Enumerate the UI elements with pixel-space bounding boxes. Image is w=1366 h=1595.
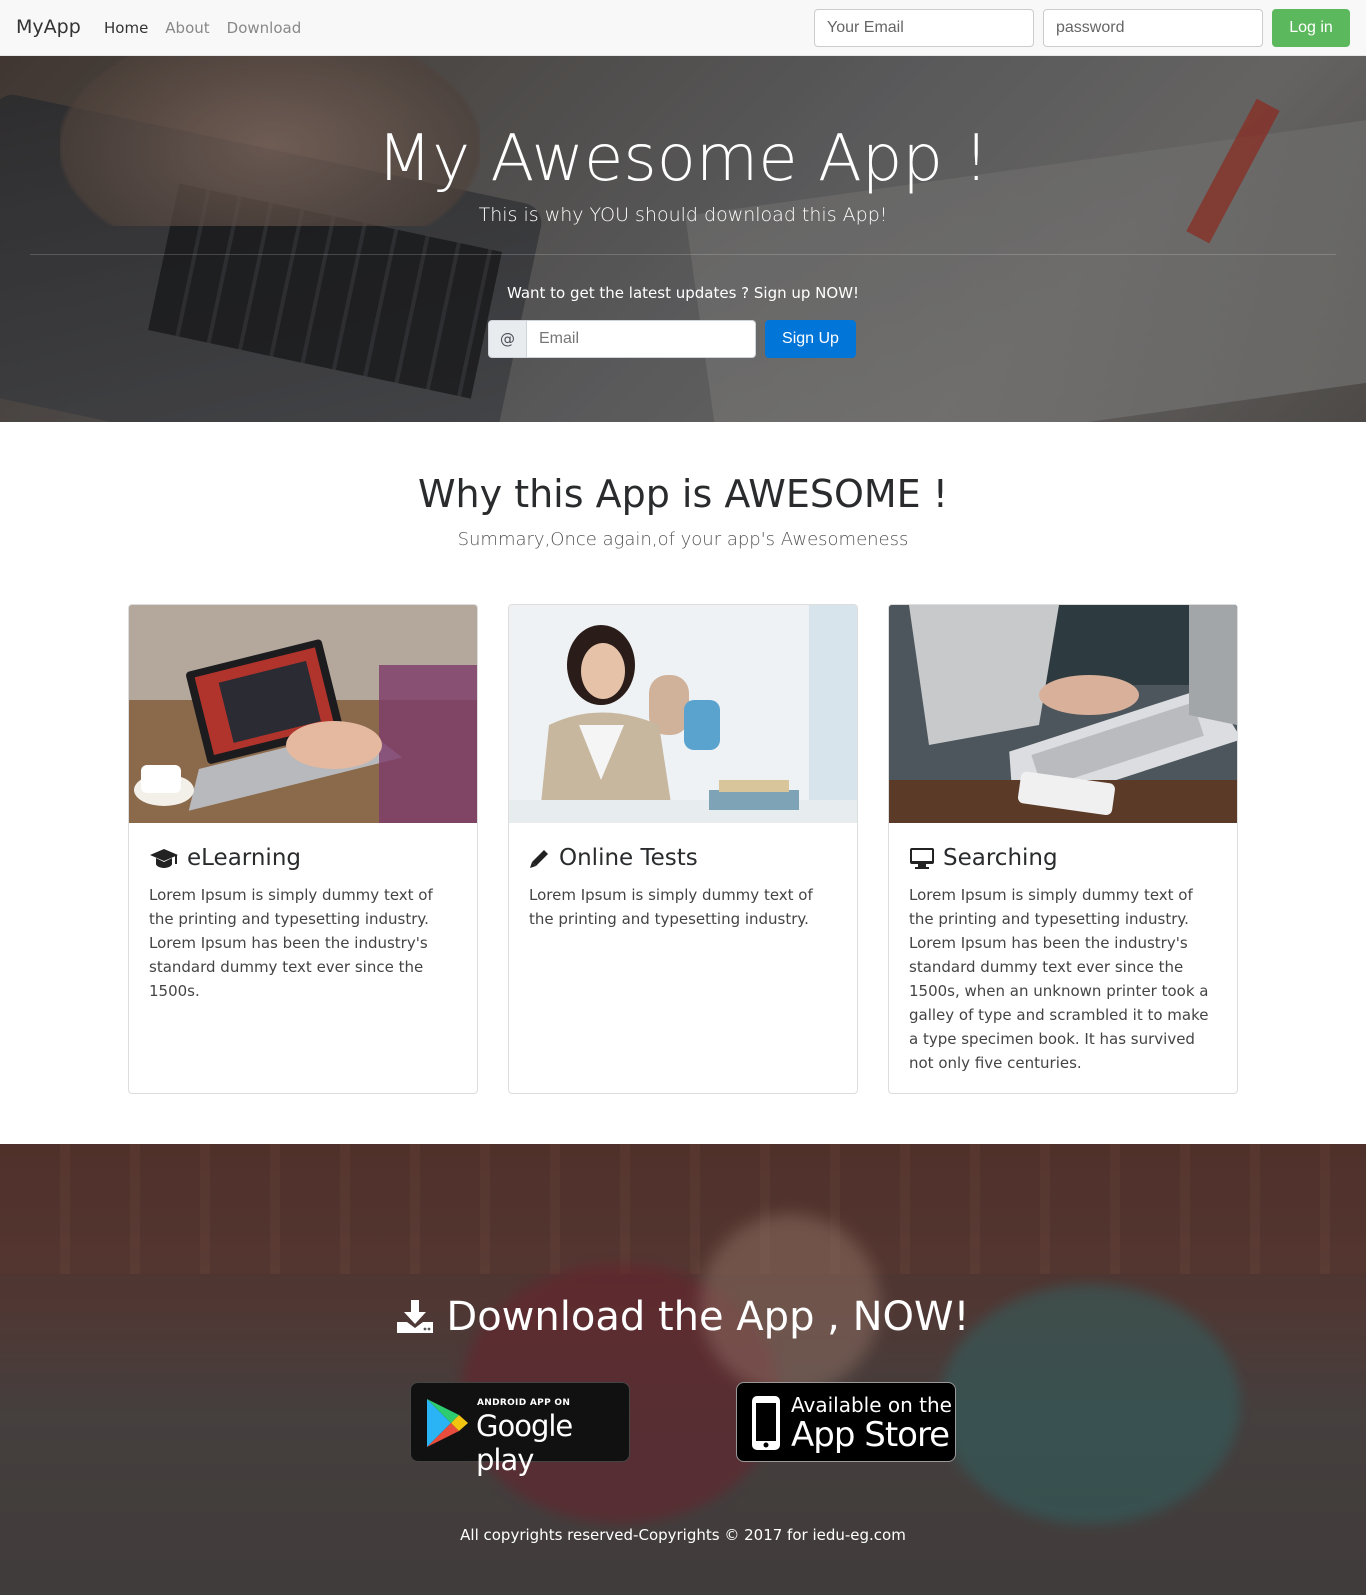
hero-title: My Awesome App ! — [377, 122, 989, 196]
google-play-icon — [427, 1399, 468, 1447]
signup-form: @ Sign Up — [488, 320, 856, 358]
desktop-icon — [910, 848, 934, 869]
app-store-big-text: App Store — [791, 1415, 950, 1455]
google-play-big-text: Google play — [476, 1409, 573, 1477]
card-text-online-tests: Lorem Ipsum is simply dummy text of the … — [529, 886, 813, 928]
card-title-row: Searching — [909, 845, 1058, 871]
download-icon — [397, 1300, 434, 1333]
card-title-row: eLearning — [149, 845, 301, 871]
card-title-searching: Searching — [943, 845, 1058, 871]
nav-links: Home About Download — [104, 19, 318, 37]
card-image-typing — [889, 605, 1237, 823]
signup-prompt: Want to get the latest updates ? Sign up… — [506, 284, 860, 302]
signup-button[interactable]: Sign Up — [765, 320, 856, 358]
login-password-input[interactable] — [1043, 9, 1263, 47]
signup-email-input[interactable] — [527, 320, 756, 358]
hero-subtitle: This is why YOU should download this App… — [478, 204, 888, 226]
card-title-online-tests: Online Tests — [559, 845, 698, 871]
pencil-icon — [530, 850, 548, 868]
login-button[interactable]: Log in — [1272, 9, 1350, 47]
typing-photo — [889, 605, 1237, 823]
graduation-cap-icon — [150, 849, 178, 868]
card-text-searching: Lorem Ipsum is simply dummy text of the … — [909, 886, 1209, 1072]
hero-section: My Awesome App ! This is why YOU should … — [0, 56, 1366, 422]
google-play-badge[interactable]: ANDROID APP ON Google play — [410, 1382, 630, 1477]
student-photo — [509, 605, 857, 823]
brand-logo[interactable]: MyApp — [16, 16, 81, 38]
at-sign-addon: @ — [488, 320, 527, 358]
feature-card-online-tests: Online Tests Lorem Ipsum is simply dummy… — [508, 604, 858, 1094]
app-store-small-text: Available on the — [791, 1393, 952, 1417]
card-image-student — [509, 605, 857, 823]
footer-copyright: All copyrights reserved-Copyrights © 201… — [460, 1526, 906, 1544]
card-title-row: Online Tests — [529, 845, 698, 871]
download-title: Download the App , NOW! — [446, 1294, 970, 1340]
login-email-input[interactable] — [814, 9, 1034, 47]
laptop-photo — [129, 605, 477, 823]
iphone-icon — [752, 1396, 780, 1450]
nav-link-home[interactable]: Home — [104, 19, 148, 37]
hero-divider — [30, 254, 1336, 255]
features-title: Why this App is AWESOME ! — [417, 472, 949, 516]
card-image-laptop — [129, 605, 477, 823]
hero-overlay — [0, 56, 1366, 422]
feature-card-elearning: eLearning Lorem Ipsum is simply dummy te… — [128, 604, 478, 1094]
nav-link-about[interactable]: About — [165, 19, 209, 37]
app-store-badge[interactable]: Available on the App Store — [736, 1382, 956, 1462]
navbar: MyApp Home About Download Log in — [0, 0, 1366, 56]
download-section: Download the App , NOW! ANDROID APP ON G… — [0, 1144, 1366, 1595]
feature-card-searching: Searching Lorem Ipsum is simply dummy te… — [888, 604, 1238, 1094]
download-title-row: Download the App , NOW! — [0, 1294, 1366, 1340]
google-play-small-text: ANDROID APP ON — [477, 1398, 571, 1408]
card-text-elearning: Lorem Ipsum is simply dummy text of the … — [149, 886, 433, 1000]
features-subtitle: Summary,Once again,of your app's Awesome… — [457, 529, 909, 550]
card-title-elearning: eLearning — [187, 845, 302, 871]
nav-link-download[interactable]: Download — [227, 19, 302, 37]
